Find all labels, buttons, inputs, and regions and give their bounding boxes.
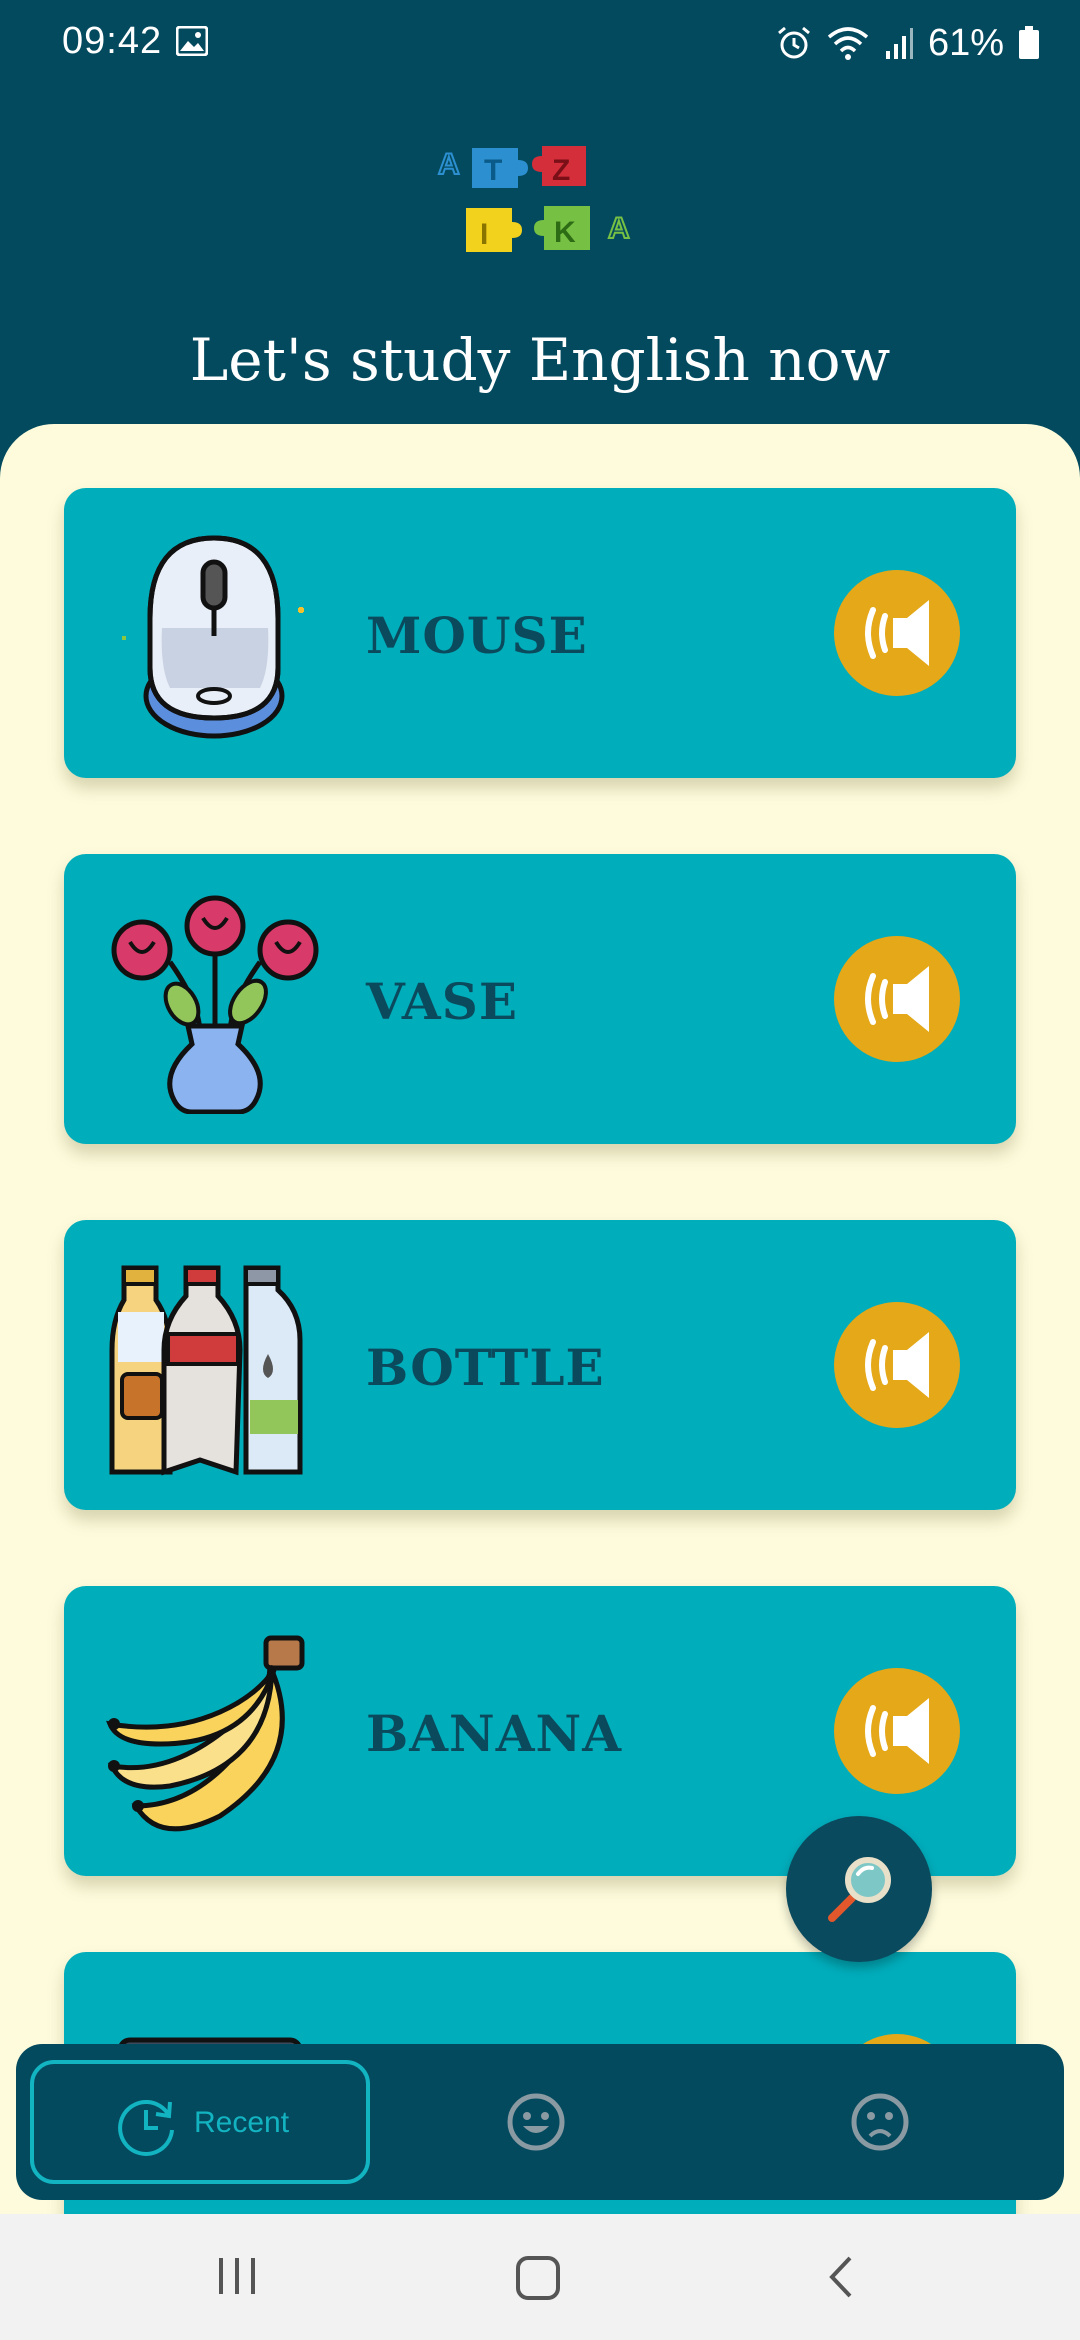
system-navigation-bar (0, 2214, 1080, 2340)
speaker-icon (865, 1332, 929, 1398)
word-list[interactable]: MOUSE VASE BOTTLE BANANA (0, 424, 1080, 2242)
svg-text:I: I (480, 218, 488, 251)
play-audio-button[interactable] (834, 1302, 960, 1428)
magnifier-icon (828, 1857, 891, 1922)
word-label: BOTTLE (366, 1338, 605, 1397)
nav-recent-tab[interactable]: Recent (30, 2060, 370, 2184)
status-bar: 09:42 61% (0, 0, 1080, 84)
wifi-icon (827, 27, 869, 60)
battery-percentage: 61% (927, 21, 1004, 64)
word-label: BANANA (366, 1704, 623, 1763)
word-card-mouse[interactable]: MOUSE (64, 488, 1016, 778)
page-title: Let's study English now (189, 326, 891, 394)
puzzle-logo-icon: A T Z I K A (437, 146, 631, 252)
svg-text:A: A (608, 212, 630, 245)
recent-apps-icon[interactable] (216, 2254, 258, 2298)
back-icon[interactable] (826, 2254, 856, 2300)
bottom-navigation: Recent (16, 2044, 1064, 2200)
svg-text:K: K (554, 216, 576, 249)
search-fab-button[interactable] (786, 1816, 932, 1962)
word-label: VASE (366, 972, 518, 1031)
word-label: MOUSE (366, 606, 588, 665)
nav-recent-label: Recent (194, 2106, 290, 2139)
svg-text:T: T (484, 154, 502, 187)
word-card-bottle[interactable]: BOTTLE (64, 1220, 1016, 1510)
happy-face-icon[interactable] (506, 2092, 566, 2152)
play-audio-button[interactable] (834, 570, 960, 696)
speaker-icon (865, 1698, 929, 1764)
bottles-icon (100, 1250, 330, 1480)
status-time: 09:42 (62, 20, 163, 62)
signal-icon (885, 28, 913, 59)
image-icon (176, 26, 208, 56)
flower-vase-icon (100, 884, 330, 1114)
play-audio-button[interactable] (834, 936, 960, 1062)
speaker-icon (865, 966, 929, 1032)
svg-text:A: A (438, 148, 460, 181)
battery-icon (1019, 26, 1039, 59)
sad-face-icon[interactable] (850, 2092, 910, 2152)
alarm-icon (777, 26, 810, 59)
play-audio-button[interactable] (834, 1668, 960, 1794)
computer-mouse-icon (100, 518, 330, 748)
word-card-vase[interactable]: VASE (64, 854, 1016, 1144)
svg-text:Z: Z (552, 154, 570, 187)
banana-icon (100, 1616, 330, 1846)
home-icon[interactable] (514, 2254, 562, 2302)
speaker-icon (865, 600, 929, 666)
history-icon (118, 2099, 174, 2156)
